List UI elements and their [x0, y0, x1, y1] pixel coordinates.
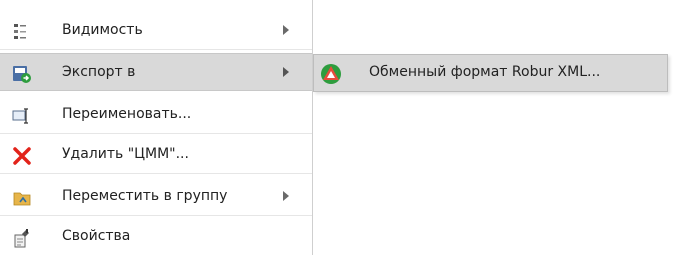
submenu-item-robur-xml[interactable]: Обменный формат Robur XML...: [314, 55, 667, 91]
move-to-group-folder-icon: [12, 188, 32, 208]
menu-item-label: Переместить в группу: [62, 188, 228, 204]
submenu-item-label: Обменный формат Robur XML...: [369, 64, 601, 80]
menu-item-label: Переименовать...: [62, 106, 192, 122]
menu-item-visibility[interactable]: Видимость: [0, 12, 312, 50]
menu-item-label: Видимость: [62, 22, 143, 38]
rename-icon: [12, 106, 32, 126]
export-submenu: Обменный формат Robur XML...: [313, 54, 668, 92]
menu-item-label: Экспорт в: [62, 64, 136, 80]
context-menu: Видимость Экспорт в Переименовать... Уда…: [0, 0, 313, 255]
menu-item-delete[interactable]: Удалить "ЦММ"...: [0, 136, 312, 174]
menu-item-properties[interactable]: Свойства: [0, 218, 312, 256]
properties-icon: [12, 228, 32, 248]
export-icon: [12, 64, 32, 84]
visibility-tree-icon: [12, 22, 32, 42]
submenu-arrow-icon: [283, 67, 289, 77]
menu-item-label: Удалить "ЦММ"...: [62, 146, 189, 162]
menu-item-rename[interactable]: Переименовать...: [0, 96, 312, 134]
menu-item-move-to-group[interactable]: Переместить в группу: [0, 178, 312, 216]
submenu-arrow-icon: [283, 25, 289, 35]
submenu-arrow-icon: [283, 191, 289, 201]
menu-item-export[interactable]: Экспорт в: [0, 53, 312, 91]
delete-x-icon: [12, 146, 32, 166]
robur-logo-icon: [320, 63, 342, 85]
menu-item-label: Свойства: [62, 228, 131, 244]
